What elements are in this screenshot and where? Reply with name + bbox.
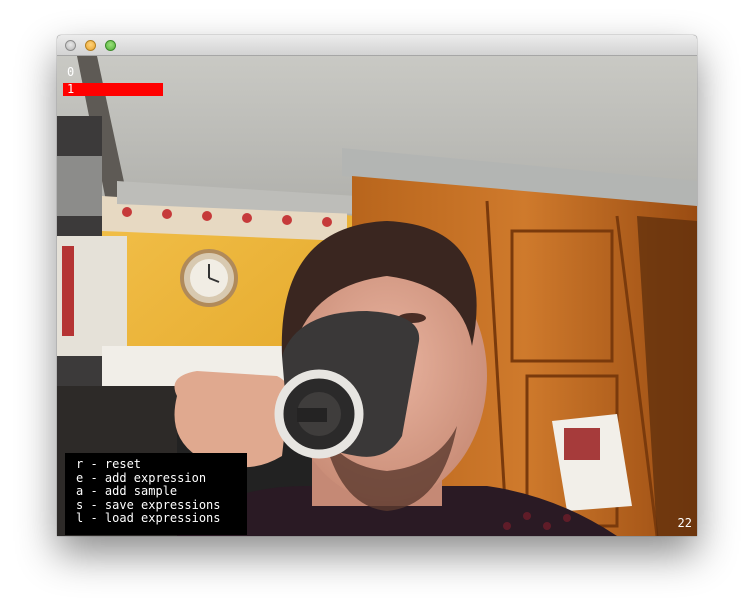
expression-row: 1 [63,83,163,96]
expression-bar [63,83,163,96]
key-help-load-expressions: l - load expressions [76,511,221,525]
fps-counter: 22 [677,516,692,530]
keyboard-help-panel: r - reset e - add expression a - add sam… [65,453,247,535]
app-window: 0 1 r - reset e - add expression a - add… [57,35,697,536]
expression-row: 0 [63,66,163,79]
maximize-window-button[interactable] [105,40,116,51]
key-help-add-expression: e - add expression [76,470,207,485]
expression-label: 1 [67,82,75,96]
title-bar[interactable] [57,35,697,56]
key-help-reset: r - reset [76,457,142,471]
close-window-button[interactable] [65,40,76,51]
key-help-add-sample: a - add sample [76,484,178,498]
key-help-save-expressions: s - save expressions [76,497,221,512]
minimize-window-button[interactable] [85,40,96,51]
webcam-viewport: 0 1 r - reset e - add expression a - add… [57,56,697,536]
expression-label: 0 [67,65,75,79]
